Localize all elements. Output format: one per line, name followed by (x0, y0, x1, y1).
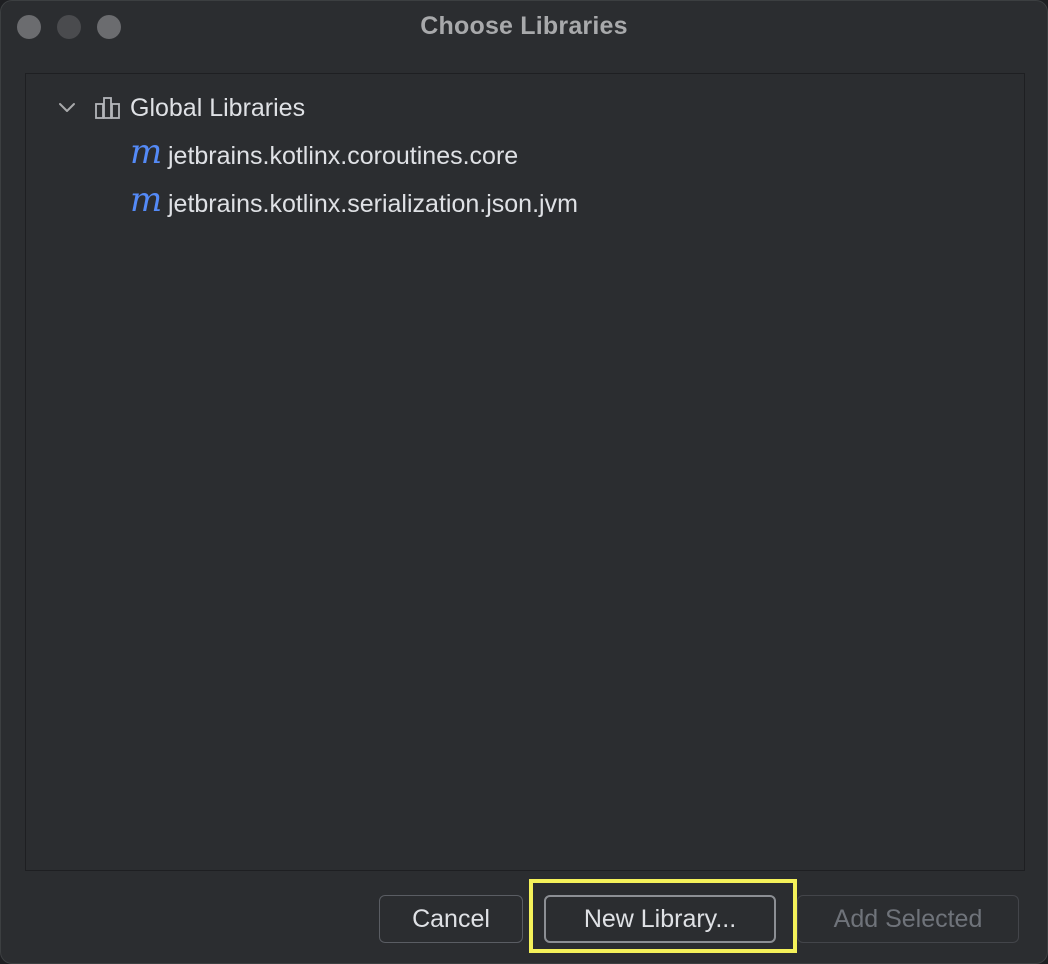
title-bar: Choose Libraries (1, 1, 1047, 53)
library-icon (94, 96, 122, 120)
dialog-title: Choose Libraries (420, 12, 628, 40)
maven-icon: m (130, 132, 163, 172)
choose-libraries-dialog: Choose Libraries Global Libraries m jetb… (0, 0, 1048, 964)
tree-item-label: jetbrains.kotlinx.coroutines.core (168, 141, 519, 170)
new-library-button[interactable]: New Library... (544, 895, 776, 943)
tree-node-global-libraries[interactable]: Global Libraries (56, 88, 305, 128)
libraries-tree[interactable]: Global Libraries m jetbrains.kotlinx.cor… (25, 73, 1025, 871)
cancel-button[interactable]: Cancel (379, 895, 523, 943)
tree-node-label: Global Libraries (130, 93, 306, 122)
chevron-down-icon[interactable] (56, 97, 78, 119)
maven-icon: m (130, 180, 163, 220)
add-selected-button[interactable]: Add Selected (797, 895, 1019, 943)
tree-item-label: jetbrains.kotlinx.serialization.json.jvm (168, 189, 578, 218)
tree-item-library[interactable]: m jetbrains.kotlinx.serialization.json.j… (130, 180, 578, 224)
tree-item-library[interactable]: m jetbrains.kotlinx.coroutines.core (130, 132, 519, 176)
